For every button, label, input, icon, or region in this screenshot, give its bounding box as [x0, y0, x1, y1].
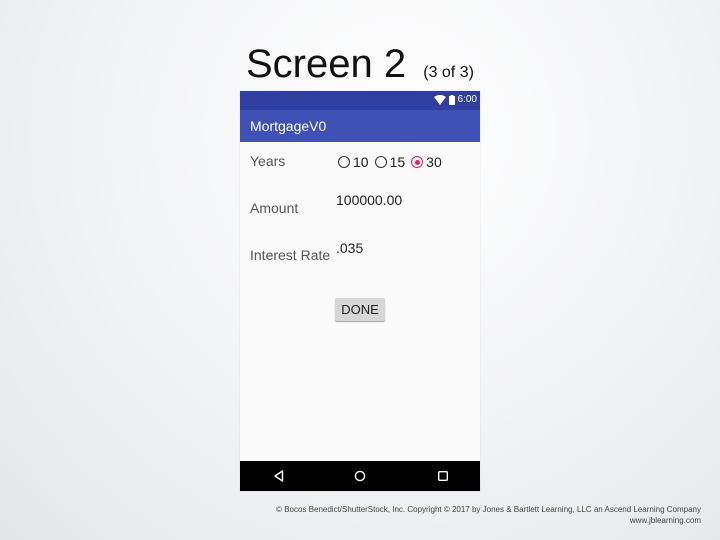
interest-rate-label: Interest Rate	[250, 247, 331, 263]
status-time: 6:00	[457, 94, 477, 105]
status-bar: 6:00	[240, 91, 480, 110]
copyright-text: © Bocos Benedict/ShutterStock, Inc. Copy…	[276, 505, 701, 514]
status-icons: 6:00	[433, 94, 477, 105]
home-icon[interactable]	[353, 469, 367, 483]
radio-option-15[interactable]: 15	[374, 154, 406, 170]
app-bar: MortgageV0	[240, 110, 480, 142]
wifi-icon	[433, 94, 446, 105]
back-icon[interactable]	[272, 469, 286, 483]
copyright-footer: © Bocos Benedict/ShutterStock, Inc. Copy…	[276, 504, 701, 526]
recents-icon[interactable]	[436, 469, 450, 483]
radio-button-15[interactable]	[374, 156, 387, 168]
interest-rate-field[interactable]: .035	[336, 240, 466, 256]
copyright-url: www.jblearning.com	[629, 516, 701, 525]
years-radio-group: 10 15 30	[338, 154, 448, 170]
amount-label: Amount	[250, 200, 299, 216]
amount-field[interactable]: 100000.00	[336, 192, 466, 208]
radio-button-30[interactable]	[411, 156, 424, 168]
slide-title: Screen 2 (3 of 3)	[246, 40, 474, 97]
done-button[interactable]: DONE	[335, 298, 385, 321]
nav-bar	[240, 461, 480, 491]
app-title: MortgageV0	[250, 118, 327, 134]
battery-icon	[448, 94, 455, 105]
slide-title-main: Screen 2	[246, 42, 407, 86]
slide-title-subtitle: (3 of 3)	[423, 64, 474, 81]
radio-option-10[interactable]: 10	[338, 154, 369, 170]
phone-screen: 6:00 MortgageV0 Years 10 15 30 Amount 10…	[240, 91, 480, 491]
radio-button-10[interactable]	[338, 156, 350, 168]
radio-label-15: 15	[389, 154, 406, 170]
radio-label-30: 30	[426, 154, 442, 170]
years-label: Years	[250, 153, 286, 169]
radio-option-30[interactable]: 30	[411, 154, 442, 170]
radio-label-10: 10	[353, 154, 369, 170]
